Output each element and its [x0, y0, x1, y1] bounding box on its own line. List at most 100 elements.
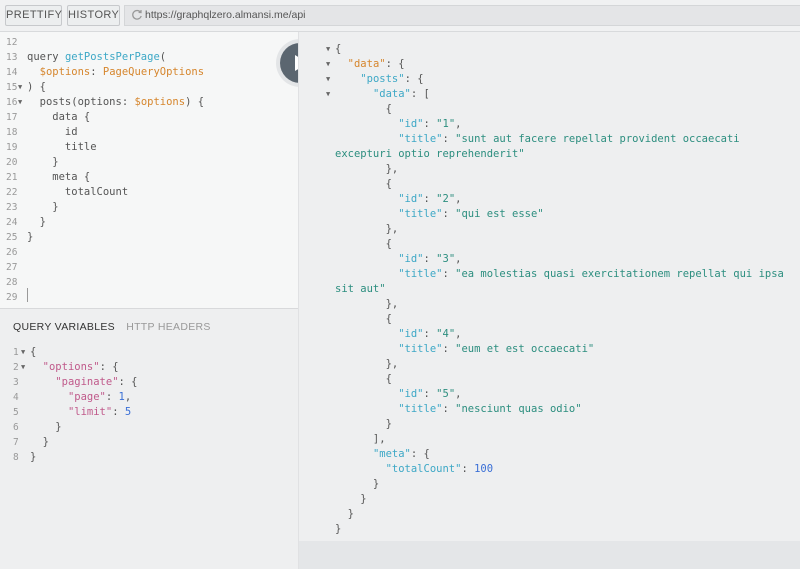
refresh-icon[interactable]	[130, 8, 144, 22]
code-token: "5"	[436, 388, 456, 400]
result-line: "title": "sunt aut facere repellat provi…	[335, 132, 739, 147]
code-token: "totalCount"	[385, 463, 462, 475]
code-token: {	[335, 103, 392, 115]
fold-toggle-icon[interactable]: ▼	[326, 87, 334, 102]
code-token: :	[90, 66, 103, 78]
code-token: :	[423, 193, 437, 205]
code-token: :	[423, 388, 437, 400]
result-line: "data": {	[335, 57, 405, 72]
code-token: "options"	[42, 361, 100, 373]
code-token: : {	[404, 73, 424, 85]
code-token: {	[335, 43, 342, 55]
fold-toggle-icon[interactable]: ▼	[326, 57, 334, 72]
result-line: }	[335, 492, 366, 507]
fold-toggle-icon[interactable]: ▼	[21, 360, 29, 375]
code-token: : {	[410, 448, 430, 460]
query-editor[interactable]: 12 13 query getPostsPerPage(14 $options: P…	[0, 32, 298, 308]
result-line: "title": "ea molestias quasi exercitatio…	[335, 267, 784, 282]
code-token: PageQueryOptions	[102, 66, 205, 78]
code-token: :	[112, 406, 125, 418]
code-token: }	[335, 508, 354, 520]
line-number: 26	[6, 247, 18, 258]
result-line: }	[335, 522, 341, 537]
variables-panel: QUERY VARIABLES HTTP HEADERS 1 ▼{2 ▼ "opti…	[0, 308, 298, 569]
code-token: }	[27, 216, 46, 228]
code-token: :	[442, 133, 456, 145]
code-token: "id"	[398, 253, 424, 265]
code-token: {	[335, 313, 392, 325]
code-token: "title"	[398, 343, 443, 355]
code-token: :	[423, 253, 437, 265]
code-token: :	[442, 403, 456, 415]
line-number: 27	[6, 262, 18, 273]
history-button[interactable]: HISTORY	[67, 5, 120, 26]
code-token: "eum et est occaecati"	[455, 343, 595, 355]
code-token: :	[442, 268, 456, 280]
code-line: "page": 1,	[30, 390, 131, 405]
result-line: }	[335, 477, 379, 492]
code-line: "paginate": {	[30, 375, 137, 390]
code-token: "title"	[398, 403, 443, 415]
code-token: "qui est esse"	[455, 208, 544, 220]
endpoint-url-field[interactable]: https://graphqlzero.almansi.me/api	[124, 5, 800, 26]
code-token: :	[423, 118, 437, 130]
code-token: "paginate"	[55, 376, 119, 388]
tab-http-headers[interactable]: HTTP HEADERS	[126, 317, 211, 337]
result-line: {	[335, 42, 341, 57]
result-line: },	[335, 357, 399, 372]
code-line: }	[27, 155, 59, 170]
code-token: : [	[410, 88, 430, 100]
code-token: "posts"	[360, 73, 405, 85]
code-token: id	[27, 126, 78, 138]
code-token: },	[335, 163, 399, 175]
code-token: }	[27, 156, 59, 168]
result-line: sit aut"	[335, 282, 386, 297]
text-cursor	[27, 288, 28, 302]
fold-toggle-icon[interactable]: ▼	[21, 345, 29, 360]
code-token: }	[30, 451, 37, 463]
code-token: query	[27, 51, 65, 63]
code-token: "id"	[398, 328, 424, 340]
fold-toggle-icon[interactable]: ▼	[326, 72, 334, 87]
code-token: getPostsPerPage	[64, 51, 160, 63]
code-token: ,	[455, 118, 462, 130]
code-token: meta {	[27, 171, 91, 183]
code-token: {	[30, 346, 37, 358]
endpoint-url-text: https://graphqlzero.almansi.me/api	[145, 9, 306, 21]
result-line: },	[335, 297, 399, 312]
code-token: :	[461, 463, 475, 475]
line-number: 12	[6, 37, 18, 48]
code-token: }	[335, 523, 342, 535]
variables-editor[interactable]: 1 ▼{2 ▼ "options": {3 "paginate": {4 "page…	[0, 345, 298, 565]
result-line: "title": "nesciunt quas odio"	[335, 402, 581, 417]
code-line: title	[27, 140, 97, 155]
result-line: {	[335, 237, 392, 252]
code-token: $options	[134, 96, 186, 108]
code-token: title	[27, 141, 97, 153]
tab-query-variables[interactable]: QUERY VARIABLES	[13, 317, 115, 337]
result-line: "title": "qui est esse"	[335, 207, 544, 222]
result-line: "id": "2",	[335, 192, 461, 207]
code-token: }	[27, 201, 59, 213]
fold-toggle-icon[interactable]: ▼	[18, 95, 26, 110]
result-line: }	[335, 417, 392, 432]
prettify-button[interactable]: PRETTIFY	[5, 5, 62, 26]
code-token: ,	[455, 253, 462, 265]
code-token: "data"	[372, 88, 411, 100]
code-line: meta {	[27, 170, 90, 185]
fold-toggle-icon[interactable]: ▼	[326, 42, 334, 57]
code-token: "meta"	[372, 448, 411, 460]
fold-toggle-icon[interactable]: ▼	[18, 80, 26, 95]
code-token: "2"	[436, 193, 456, 205]
